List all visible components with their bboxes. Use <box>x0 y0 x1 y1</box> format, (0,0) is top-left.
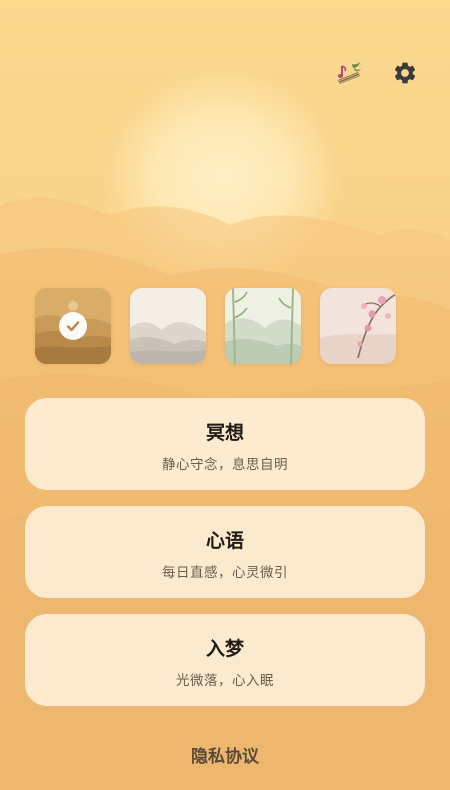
selected-check-icon <box>59 312 87 340</box>
theme-thumb-misty-mountains[interactable] <box>130 288 206 364</box>
card-title: 冥想 <box>205 422 244 444</box>
heart-words-card[interactable]: 心语 每日直感，心灵微引 <box>25 506 425 598</box>
privacy-policy-link[interactable]: 隐私协议 <box>0 742 450 767</box>
sleep-card[interactable]: 入梦 光微落，心入眠 <box>25 614 425 706</box>
card-title: 入梦 <box>205 638 244 660</box>
meditation-card[interactable]: 冥想 静心守念，息思自明 <box>25 398 425 490</box>
theme-thumb-bamboo-mountains[interactable] <box>225 288 301 364</box>
card-subtitle: 光微落，心入眠 <box>176 673 274 689</box>
gear-icon[interactable] <box>388 56 422 90</box>
card-subtitle: 静心守念，息思自明 <box>162 457 288 473</box>
guzheng-music-icon[interactable] <box>332 56 366 90</box>
theme-thumb-plum-blossom[interactable] <box>320 288 396 364</box>
card-subtitle: 每日直感，心灵微引 <box>162 565 288 581</box>
card-title: 心语 <box>205 530 244 552</box>
theme-thumb-sunset-mountains[interactable] <box>35 288 111 364</box>
